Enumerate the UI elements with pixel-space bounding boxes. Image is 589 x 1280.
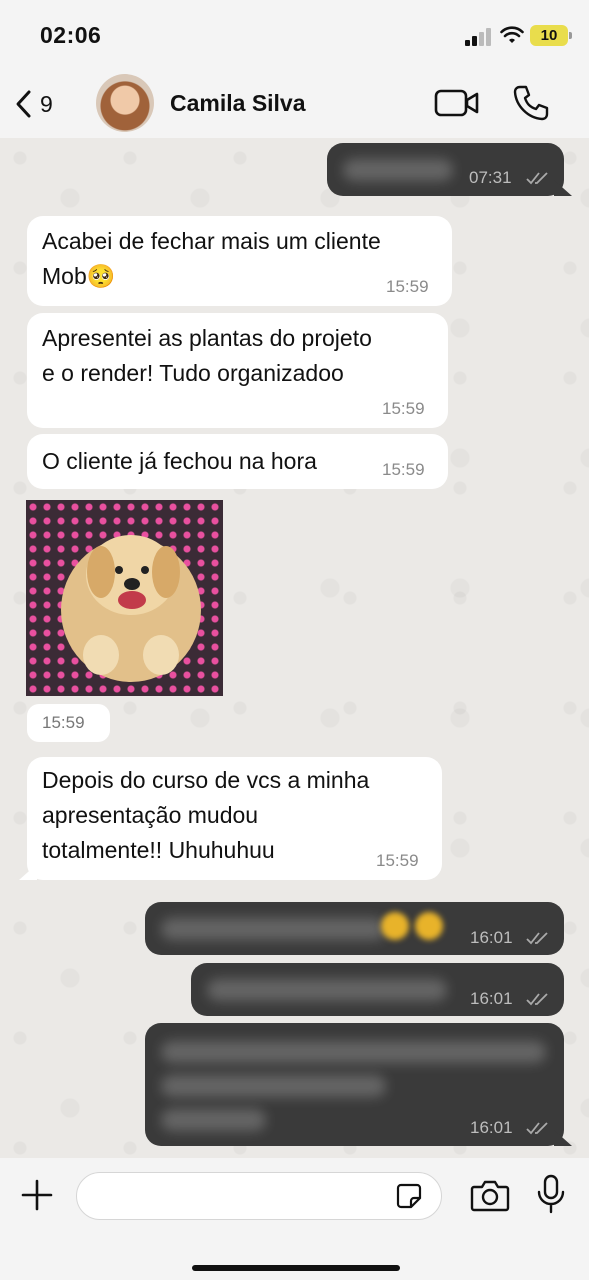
message-text: Mob🥺	[42, 263, 116, 289]
incoming-message[interactable]: O cliente já fechou na hora 15:59	[27, 434, 448, 489]
video-call-icon[interactable]	[434, 86, 480, 120]
image-time-pill: 15:59	[27, 704, 110, 742]
image-message[interactable]	[26, 500, 223, 696]
message-time: 15:59	[376, 851, 419, 870]
outgoing-message[interactable]: 07:31	[327, 143, 572, 196]
message-text: Depois do curso de vcs a minha	[42, 767, 370, 793]
puppy-photo	[61, 535, 201, 682]
sticker-icon[interactable]	[395, 1182, 423, 1210]
microphone-icon[interactable]	[536, 1174, 566, 1214]
outgoing-message[interactable]: 16:01	[191, 963, 564, 1016]
double-check-icon	[526, 932, 548, 945]
chevron-left-icon	[16, 90, 31, 118]
phone-call-icon[interactable]	[512, 84, 550, 122]
message-time: 07:31	[469, 168, 512, 187]
wifi-icon	[500, 26, 524, 43]
plus-icon[interactable]	[20, 1178, 54, 1212]
back-button[interactable]: 9	[14, 86, 74, 122]
avatar[interactable]	[96, 74, 154, 132]
contact-name[interactable]: Camila Silva	[170, 90, 306, 117]
incoming-message[interactable]: Acabei de fechar mais um cliente Mob🥺 15…	[27, 216, 452, 306]
message-text: totalmente!! Uhuhuhuu	[42, 837, 275, 863]
message-time: 15:59	[382, 399, 425, 418]
message-time: 16:01	[470, 989, 513, 1008]
double-check-icon	[526, 993, 548, 1006]
message-time: 16:01	[470, 1118, 513, 1137]
outgoing-message[interactable]: 16:01	[145, 902, 564, 955]
camera-icon[interactable]	[470, 1178, 510, 1212]
message-text: O cliente já fechou na hora	[42, 448, 317, 474]
cellular-signal-icon	[465, 28, 493, 46]
double-check-icon	[526, 1122, 548, 1135]
incoming-message[interactable]: Apresentei as plantas do projeto e o ren…	[27, 313, 448, 428]
home-indicator	[192, 1265, 400, 1271]
message-text: e o render! Tudo organizadoo	[42, 360, 344, 386]
incoming-message[interactable]: Depois do curso de vcs a minha apresenta…	[19, 757, 442, 880]
unread-count: 9	[40, 90, 53, 117]
double-check-icon	[526, 172, 548, 185]
status-time: 02:06	[40, 22, 102, 48]
battery-icon: 10	[530, 25, 572, 46]
message-text: Apresentei as plantas do projeto	[42, 325, 372, 351]
message-time: 15:59	[42, 713, 85, 732]
composer-bar	[0, 1158, 589, 1280]
message-time: 15:59	[382, 460, 425, 479]
message-time: 16:01	[470, 928, 513, 947]
message-text: apresentação mudou	[42, 802, 259, 828]
status-bar: 02:06 10	[0, 0, 589, 70]
message-text: Acabei de fechar mais um cliente	[42, 228, 381, 254]
message-time: 15:59	[386, 277, 429, 296]
message-input[interactable]	[76, 1172, 442, 1220]
chat-header: 9 Camila Silva	[0, 70, 589, 138]
outgoing-message[interactable]: 16:01	[145, 1023, 572, 1146]
